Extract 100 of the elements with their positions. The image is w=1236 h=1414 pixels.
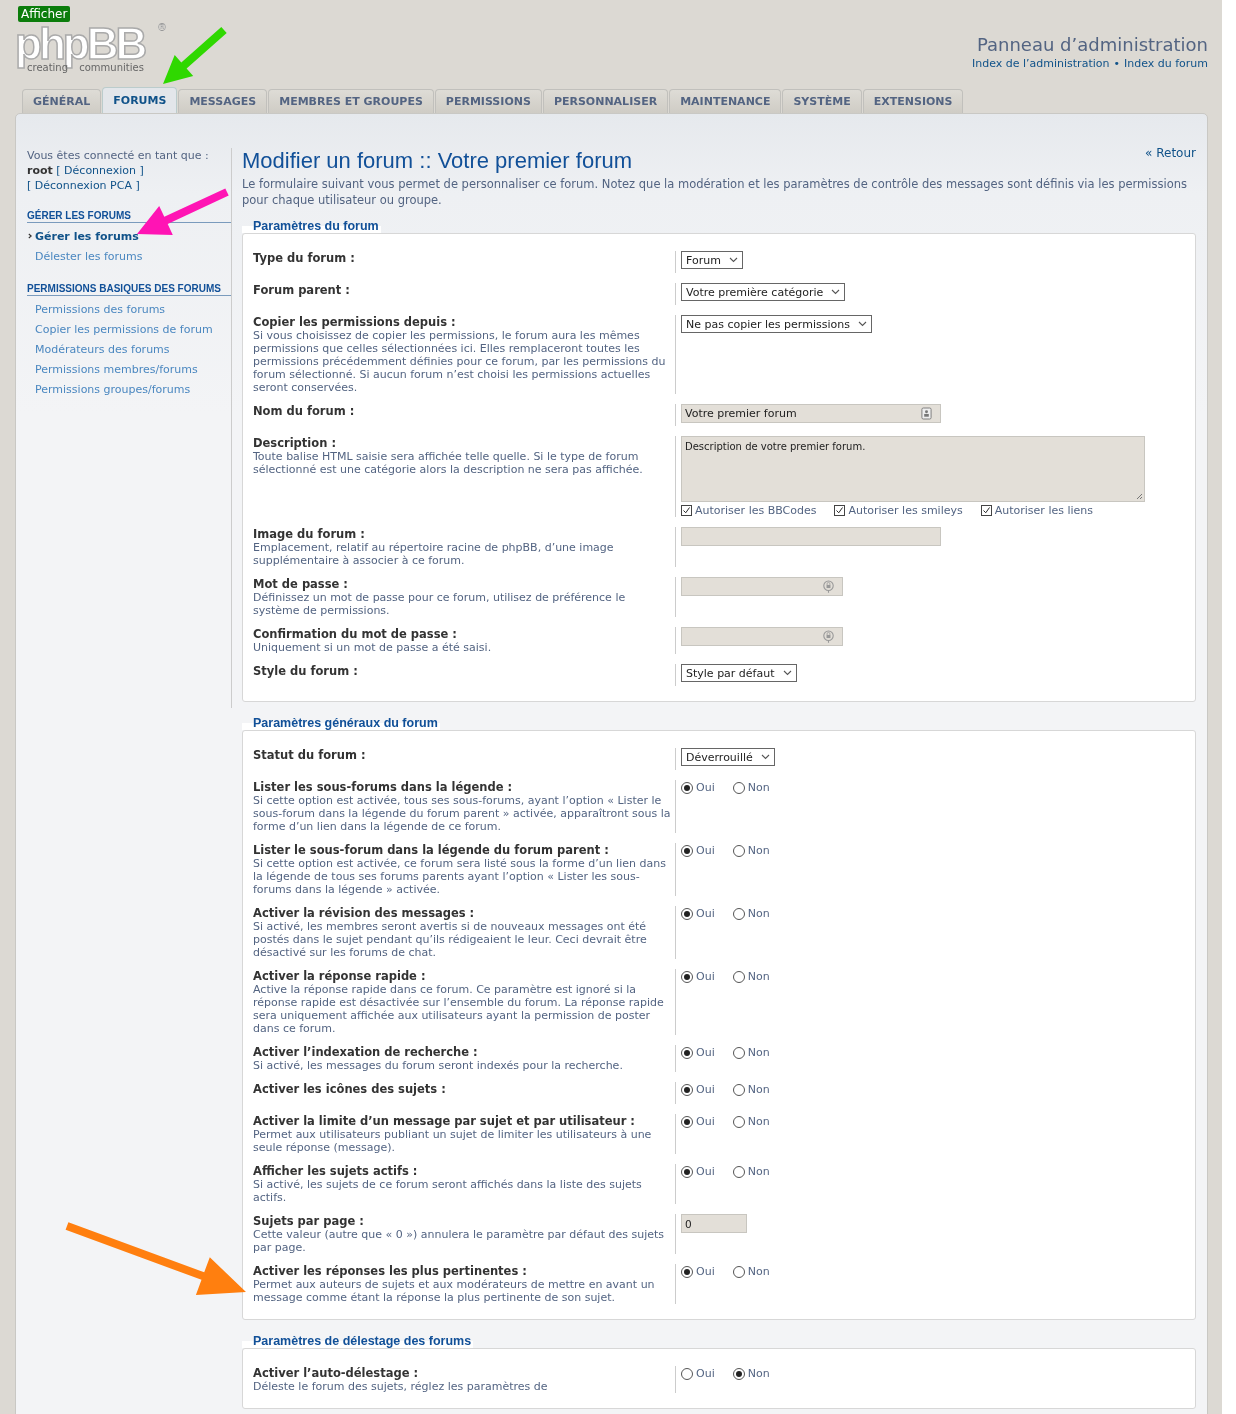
field-description: Cette valeur (autre que « 0 ») annulera le paramètre par défaut des sujets par page. (253, 1228, 666, 1254)
sidebar-link[interactable]: Permissions membres/forums (28, 362, 198, 376)
radio-label: Oui (696, 1367, 715, 1380)
sidebar-link[interactable]: Gérer les forums (35, 229, 139, 243)
resize-grip-icon[interactable] (1136, 493, 1143, 500)
radio-label: Non (747, 907, 770, 920)
nav-tab[interactable]: PERSONNALISER (542, 89, 669, 113)
page-title: Modifier un forum :: Votre premier forum (242, 148, 633, 174)
show-button[interactable]: Afficher (18, 6, 71, 22)
radio-button[interactable] (681, 1265, 693, 1278)
password-field[interactable] (681, 627, 843, 646)
nav-tab[interactable]: PERMISSIONS (434, 89, 542, 113)
radio-label: Oui (696, 781, 715, 794)
contact-card-icon (921, 407, 932, 420)
dropdown[interactable]: Forum (681, 251, 743, 269)
radio-button[interactable] (732, 1046, 745, 1059)
field-label: Type du forum : (253, 251, 356, 265)
radio-label: Non (747, 781, 770, 794)
radio-label: Non (747, 970, 770, 983)
radio-button[interactable] (681, 1083, 693, 1096)
field-description: Si activé, les messages du forum seront indexés pour la recherche. (253, 1059, 624, 1072)
radio-button[interactable] (732, 1115, 745, 1128)
nav-tab[interactable]: MESSAGES (178, 89, 268, 113)
radio-label: Oui (696, 1165, 715, 1178)
field-label: Description : (253, 436, 337, 450)
field-label: Lister le sous-forum dans la légende du forum parent : (253, 843, 610, 857)
radio-label: Non (747, 1367, 770, 1380)
sidebar-link[interactable]: Modérateurs des forums (28, 342, 170, 356)
login-status: Vous êtes connecté en tant que : (27, 148, 210, 163)
logout-link[interactable]: [ Déconnexion ] (56, 164, 144, 177)
radio-label: Non (747, 1265, 770, 1278)
radio-label: Non (747, 1115, 770, 1128)
dropdown[interactable]: Votre première catégorie (681, 283, 846, 301)
header-link[interactable]: Index de l’administration (971, 57, 1110, 70)
radio-button[interactable] (681, 1165, 693, 1178)
logout-acp-link[interactable]: [ Déconnexion PCA ] (27, 179, 140, 192)
radio-button[interactable] (681, 970, 693, 983)
radio-label: Oui (696, 907, 715, 920)
sidebar-link[interactable]: Copier les permissions de forum (28, 322, 213, 336)
radio-button[interactable] (681, 1046, 693, 1059)
radio-button[interactable] (732, 907, 745, 920)
nav-tab[interactable]: MAINTENANCE (669, 89, 782, 113)
field-label: Activer la réponse rapide : (253, 969, 427, 983)
checkbox[interactable] (681, 505, 692, 516)
radio-button[interactable] (681, 907, 693, 920)
field-label: Activer l’auto-délestage : (253, 1366, 420, 1380)
radio-button[interactable] (732, 970, 745, 983)
field-description: Si activé, les sujets de ce forum seront affichés dans la liste des sujets actifs. (253, 1178, 643, 1204)
radio-button[interactable] (681, 1115, 693, 1128)
description-textarea[interactable]: Description de votre premier forum. (681, 436, 1145, 502)
radio-button[interactable] (681, 844, 693, 857)
radio-button[interactable] (732, 1083, 745, 1096)
nav-tab[interactable]: GÉNÉRAL (22, 89, 102, 113)
text-field[interactable] (681, 527, 941, 546)
fieldset-legend: Paramètres du forum (242, 219, 381, 233)
fieldset-legend: Paramètres généraux du forum (242, 716, 440, 730)
dropdown[interactable]: Ne pas copier les permissions (681, 315, 872, 333)
header-link[interactable]: Index du forum (1123, 57, 1208, 70)
field-description: Emplacement, relatif au répertoire racine de phpBB, d’une image supplémentaire à associer à ce forum. (253, 541, 615, 567)
field-label: Sujets par page : (253, 1214, 365, 1228)
field-label: Activer la révision des messages : (253, 906, 476, 920)
radio-label: Oui (696, 1265, 715, 1278)
password-field[interactable] (681, 577, 843, 596)
radio-button[interactable] (732, 1165, 745, 1178)
dropdown[interactable]: Déverrouillé (681, 748, 775, 766)
fieldset-legend: Paramètres de délestage des forums (242, 1334, 474, 1348)
sidebar-link[interactable]: Délester les forums (28, 249, 143, 263)
field-label: Activer la limite d’un message par sujet et par utilisateur : (253, 1114, 636, 1128)
field-label: Mot de passe : (253, 577, 349, 591)
radio-label: Oui (696, 844, 715, 857)
radio-button[interactable] (732, 1367, 745, 1380)
page-intro: Le formulaire suivant vous permet de personnaliser ce forum. Notez que la modération et les paramètres de contrôle des messages sont définis via les permissions pour chaque utilisateur ou groupe. (242, 176, 1188, 208)
radio-button[interactable] (732, 781, 745, 794)
sidebar-link[interactable]: Permissions des forums (28, 302, 166, 316)
radio-button[interactable] (681, 781, 693, 794)
nav-tab[interactable]: MEMBRES ET GROUPES (268, 89, 434, 113)
back-link[interactable]: « Retour (1145, 146, 1196, 160)
field-label: Activer l’indexation de recherche : (253, 1045, 479, 1059)
radio-label: Oui (696, 970, 715, 983)
text-field[interactable]: Votre premier forum (681, 404, 941, 423)
field-label: Activer les icônes des sujets : (253, 1082, 447, 1096)
field-label: Afficher les sujets actifs : (253, 1164, 419, 1178)
radio-label: Oui (696, 1115, 715, 1128)
number-field[interactable]: 0 (681, 1214, 747, 1233)
checkbox[interactable] (980, 505, 992, 516)
radio-button[interactable] (732, 844, 745, 857)
radio-button[interactable] (732, 1265, 745, 1278)
radio-button[interactable] (681, 1367, 693, 1380)
field-label: Statut du forum : (253, 748, 367, 762)
nav-tab[interactable]: EXTENSIONS (862, 89, 964, 113)
radio-label: Oui (696, 1046, 715, 1059)
field-description: Si cette option est activée, ce forum sera listé sous la forme d’un lien dans la légende de tous ses forums parents ayant l’option « Lister les sous-forums dans la légende » activée. (253, 857, 667, 896)
lock-icon (823, 630, 834, 643)
checkbox[interactable] (834, 505, 846, 516)
radio-label: Non (747, 1165, 770, 1178)
dropdown[interactable]: Style par défaut (681, 664, 797, 682)
nav-tab[interactable]: SYSTÈME (782, 89, 862, 113)
nav-tab[interactable]: FORUMS (102, 87, 178, 113)
field-description: Uniquement si un mot de passe a été saisi. (253, 641, 493, 654)
sidebar-link[interactable]: Permissions groupes/forums (28, 382, 191, 396)
